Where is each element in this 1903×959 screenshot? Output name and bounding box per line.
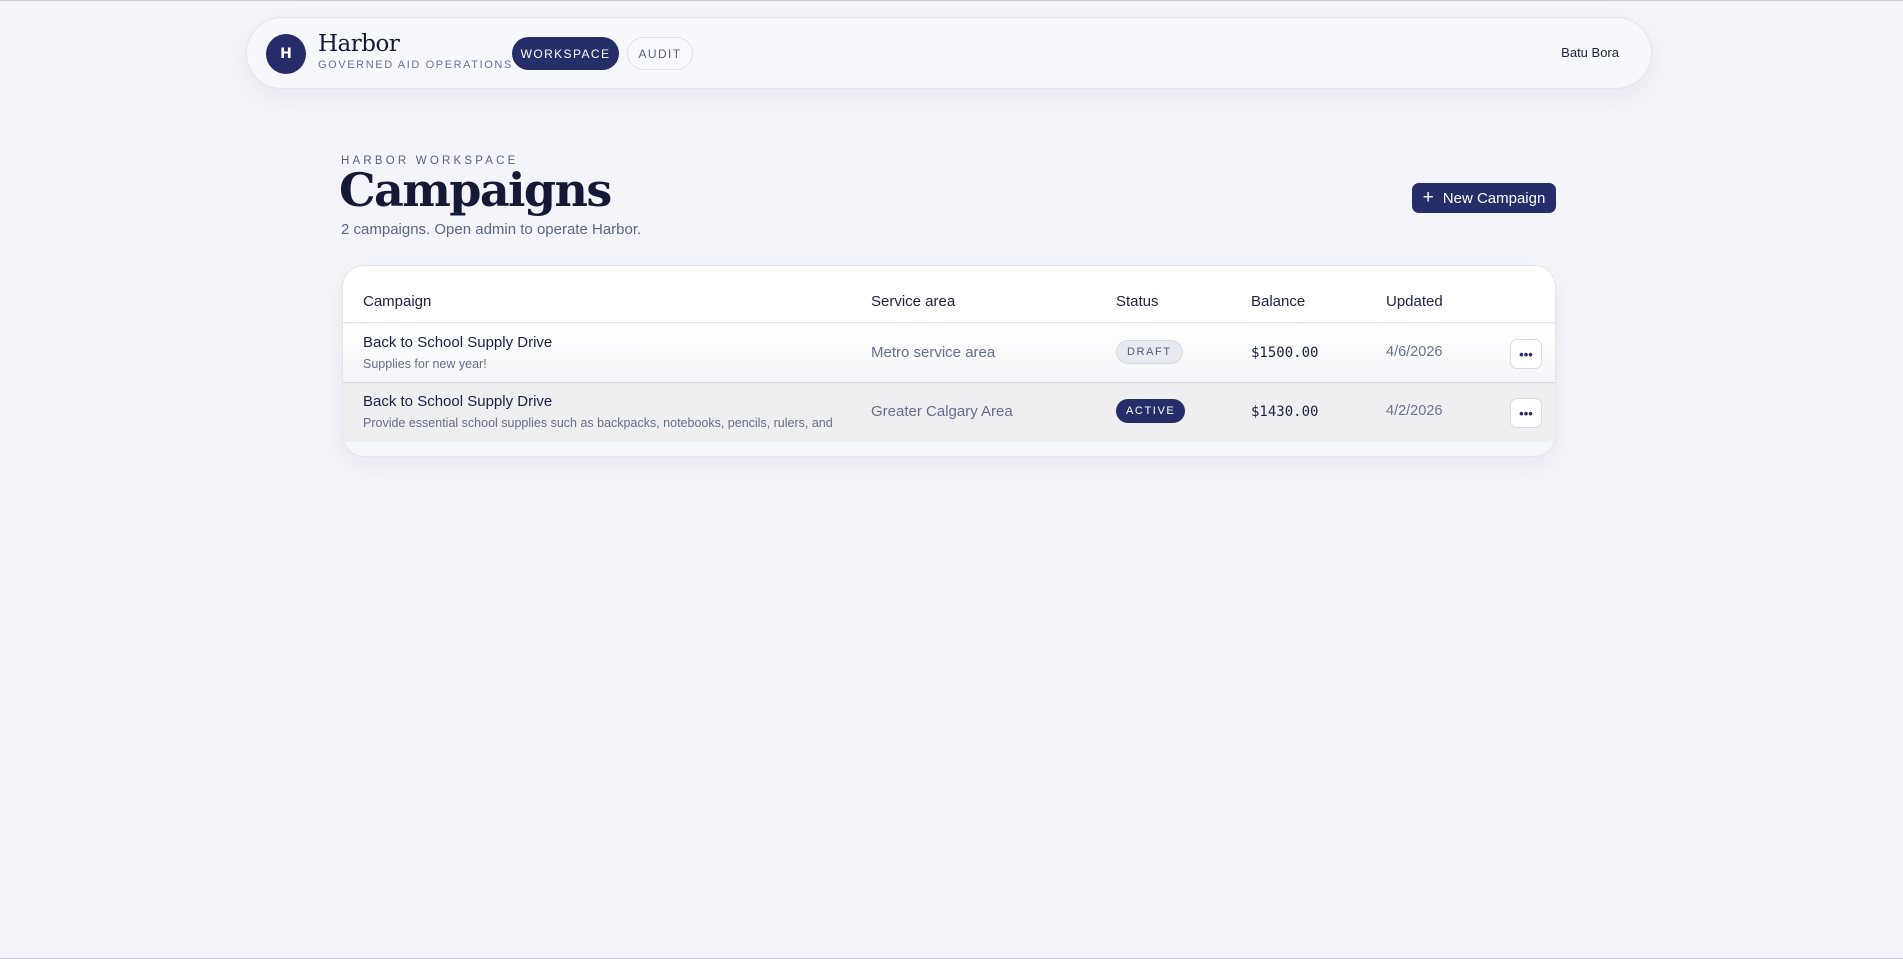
column-header-status: Status xyxy=(1116,293,1159,310)
campaign-title[interactable]: Back to School Supply Drive xyxy=(363,393,552,410)
campaign-title[interactable]: Back to School Supply Drive xyxy=(363,334,552,351)
status-badge: DRAFT xyxy=(1116,340,1183,364)
updated-date: 4/6/2026 xyxy=(1386,344,1443,360)
more-actions-button[interactable]: ••• xyxy=(1510,339,1542,369)
page-subtitle: 2 campaigns. Open admin to operate Harbo… xyxy=(341,221,642,238)
brand-logo[interactable]: H xyxy=(266,34,306,74)
campaigns-table: Campaign Service area Status Balance Upd… xyxy=(342,265,1556,457)
window-top-border xyxy=(0,0,1903,1)
table-row[interactable]: Back to School Supply Drive Provide esse… xyxy=(343,383,1555,442)
campaign-description: Supplies for new year! xyxy=(363,357,487,371)
balance: $1500.00 xyxy=(1251,345,1319,361)
new-campaign-button[interactable]: + New Campaign xyxy=(1412,183,1556,213)
ellipsis-icon: ••• xyxy=(1519,346,1533,362)
user-name[interactable]: Batu Bora xyxy=(1561,45,1619,60)
service-area: Metro service area xyxy=(871,344,996,361)
app-header: H Harbor GOVERNED AID OPERATIONS WORKSPA… xyxy=(246,17,1652,89)
brand-name: Harbor xyxy=(318,31,400,57)
column-header-service-area: Service area xyxy=(871,293,956,310)
service-area: Greater Calgary Area xyxy=(871,403,1013,420)
balance: $1430.00 xyxy=(1251,404,1319,420)
updated-date: 4/2/2026 xyxy=(1386,403,1443,419)
table-header: Campaign Service area Status Balance Upd… xyxy=(343,266,1555,323)
status-badge: ACTIVE xyxy=(1116,399,1186,423)
more-actions-button[interactable]: ••• xyxy=(1510,398,1542,428)
nav-tab-workspace[interactable]: WORKSPACE xyxy=(512,37,619,70)
campaign-description: Provide essential school supplies such a… xyxy=(363,416,833,430)
column-header-campaign: Campaign xyxy=(363,293,432,310)
ellipsis-icon: ••• xyxy=(1519,405,1533,421)
plus-icon: + xyxy=(1422,186,1434,208)
nav-tab-audit[interactable]: AUDIT xyxy=(627,37,693,70)
column-header-updated: Updated xyxy=(1386,293,1443,310)
page-title: Campaigns xyxy=(339,163,612,217)
brand-subtitle: GOVERNED AID OPERATIONS xyxy=(318,59,513,71)
new-campaign-label: New Campaign xyxy=(1442,189,1546,207)
table-row[interactable]: Back to School Supply Drive Supplies for… xyxy=(343,324,1555,383)
column-header-balance: Balance xyxy=(1251,293,1306,310)
